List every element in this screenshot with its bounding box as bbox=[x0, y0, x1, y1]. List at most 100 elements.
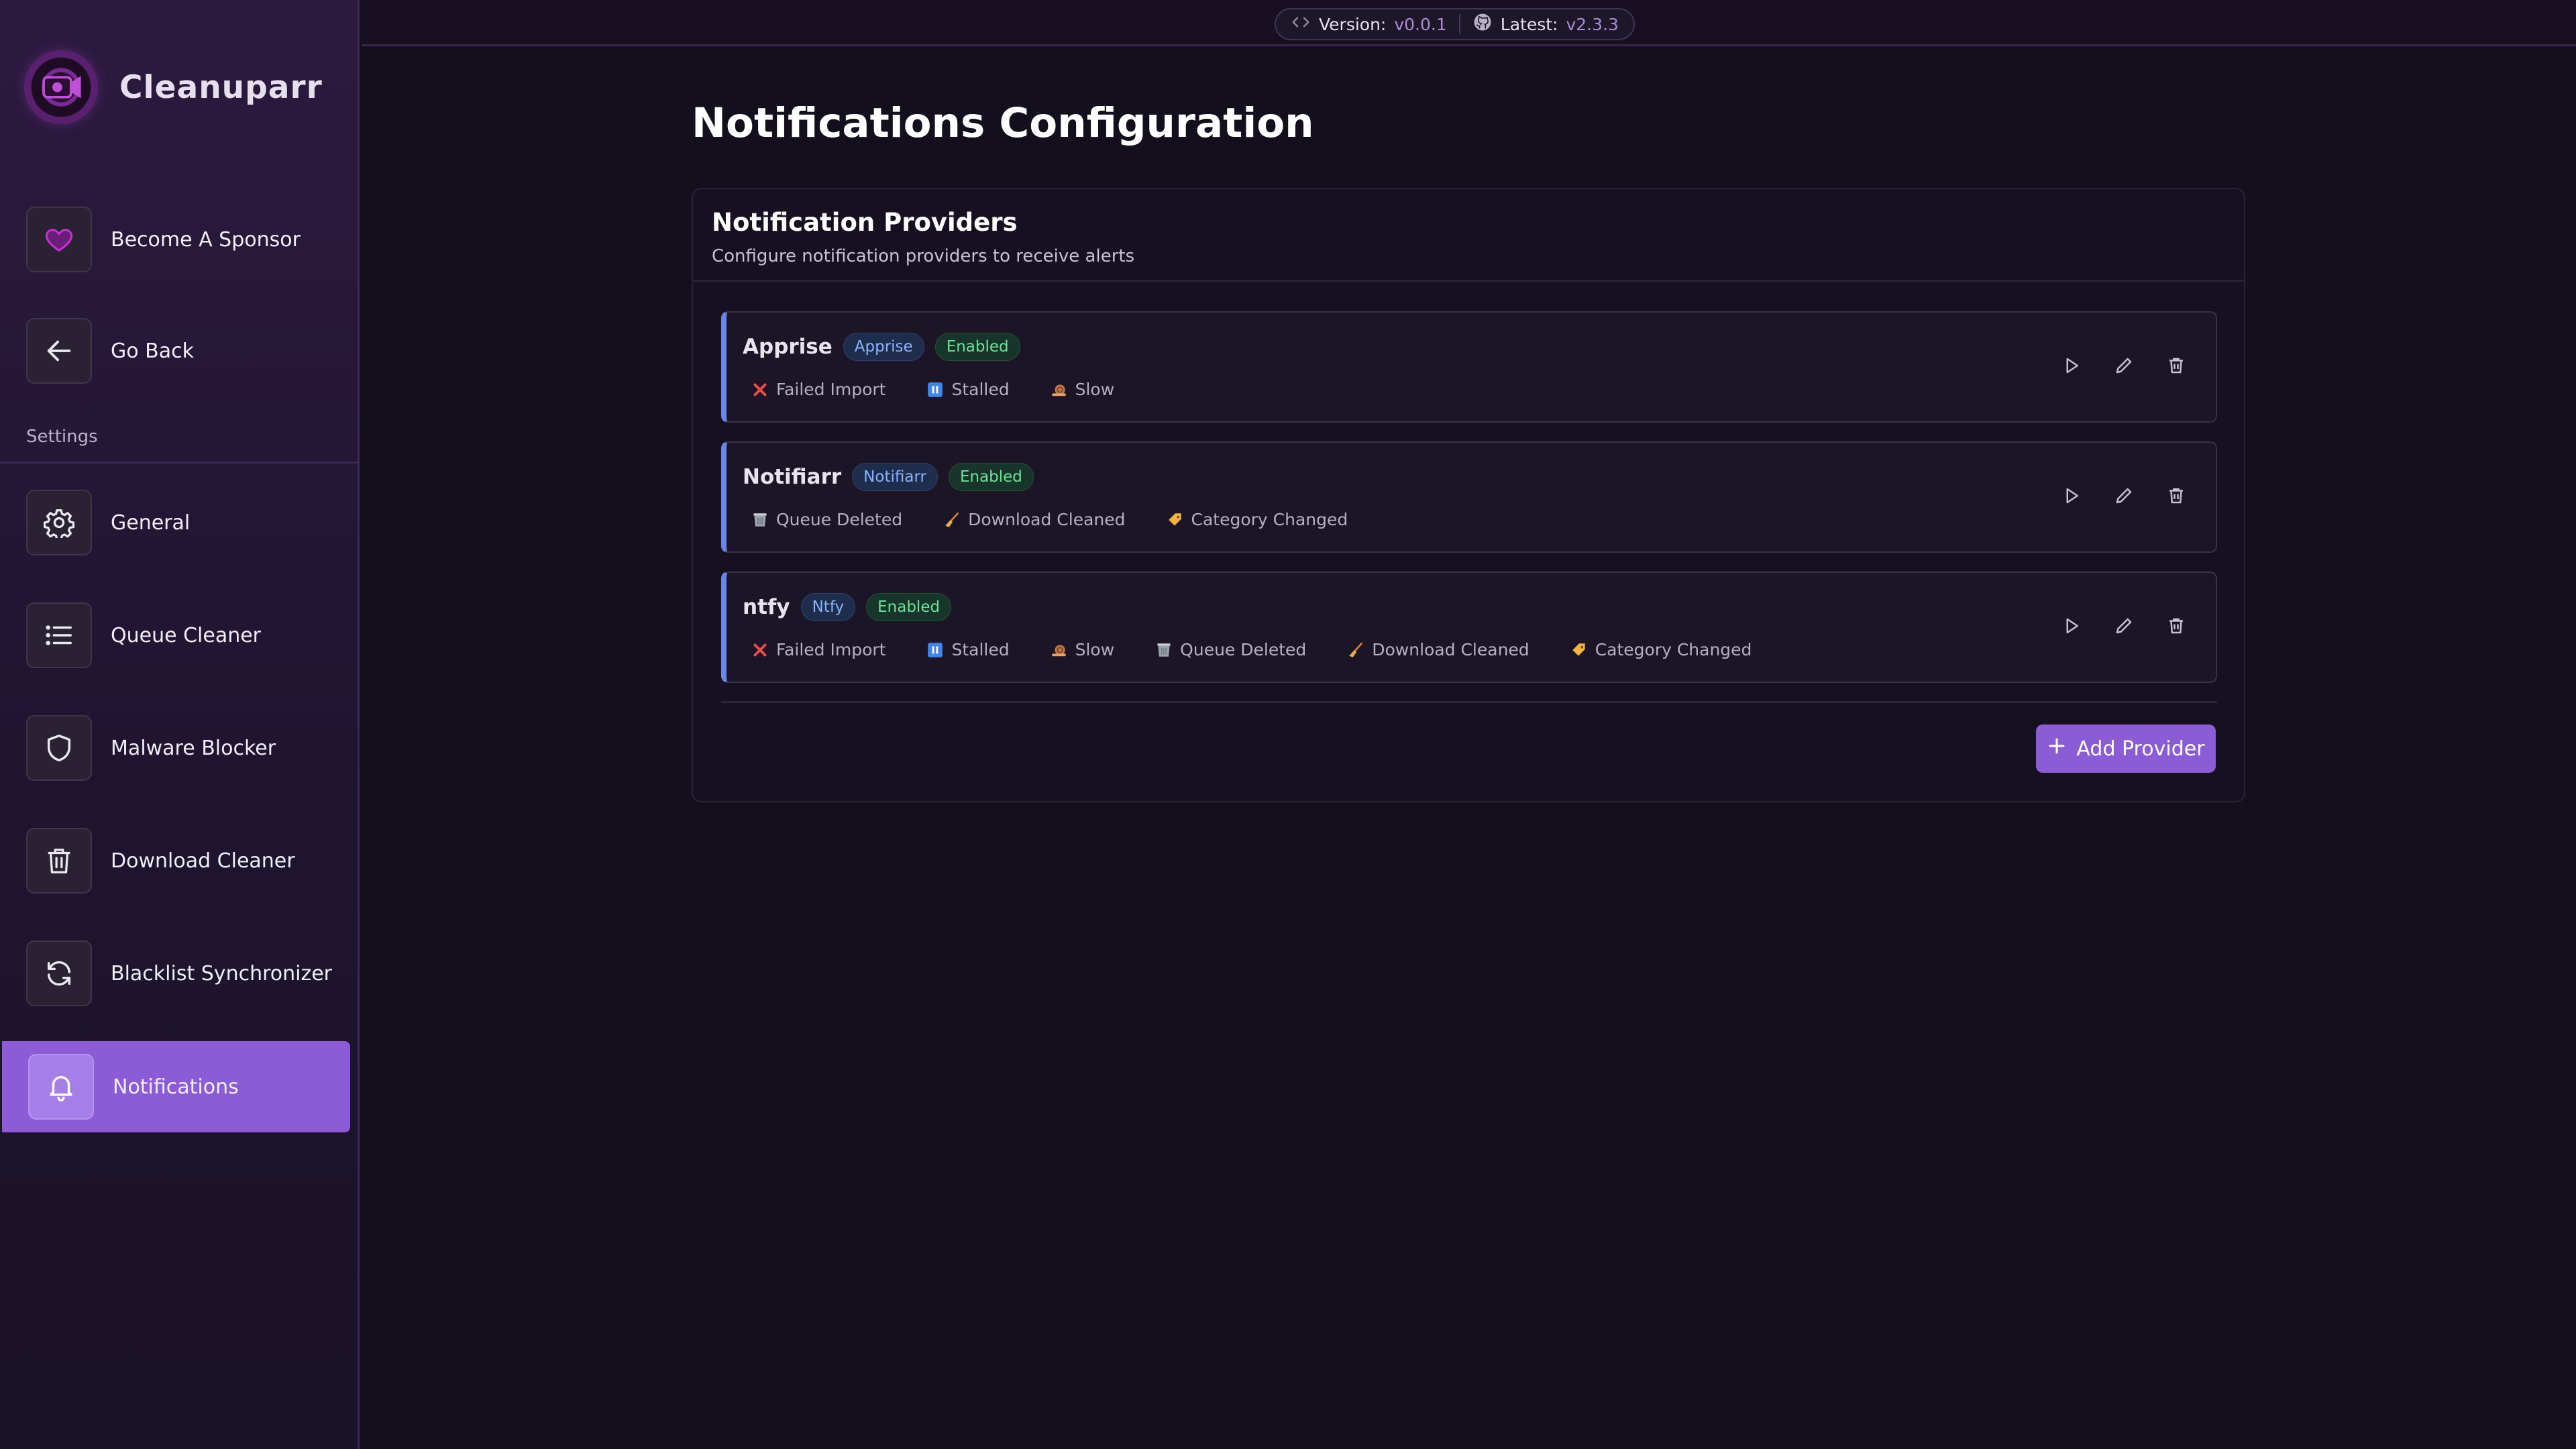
provider-card-apprise[interactable]: Apprise Apprise Enabled Failed Import St… bbox=[721, 311, 2217, 423]
provider-name: Apprise bbox=[743, 335, 833, 359]
bell-icon bbox=[28, 1054, 94, 1120]
event-label: Download Cleaned bbox=[1372, 640, 1529, 659]
event-label: Stalled bbox=[951, 640, 1010, 659]
add-provider-button[interactable]: Add Provider bbox=[2036, 724, 2216, 773]
event-tag: Queue Deleted bbox=[751, 510, 902, 529]
test-play-icon[interactable] bbox=[2060, 609, 2083, 643]
snail-icon bbox=[1050, 641, 1069, 659]
wastebasket-icon bbox=[751, 511, 769, 529]
status-badge: Enabled bbox=[948, 463, 1034, 491]
code-icon bbox=[1291, 12, 1311, 36]
event-label: Stalled bbox=[951, 380, 1010, 399]
sidebar-item-label: Download Cleaner bbox=[111, 849, 295, 873]
version-label: Version: bbox=[1319, 14, 1387, 34]
provider-actions bbox=[2060, 609, 2188, 643]
sidebar-item-sponsor[interactable]: Become A Sponsor bbox=[0, 194, 350, 285]
plus-icon bbox=[2047, 736, 2067, 761]
sidebar-item-download-cleaner[interactable]: Download Cleaner bbox=[0, 815, 350, 906]
delete-trash-icon[interactable] bbox=[2165, 479, 2188, 513]
shield-icon bbox=[26, 715, 92, 781]
event-tag: Queue Deleted bbox=[1155, 640, 1306, 659]
test-play-icon[interactable] bbox=[2060, 349, 2083, 382]
label-tag-icon bbox=[1166, 511, 1185, 529]
event-label: Download Cleaned bbox=[968, 510, 1126, 529]
delete-trash-icon[interactable] bbox=[2165, 609, 2188, 643]
github-icon bbox=[1472, 12, 1493, 36]
pause-icon bbox=[926, 641, 945, 659]
refresh-icon bbox=[26, 941, 92, 1006]
edit-pencil-icon[interactable] bbox=[2112, 479, 2135, 513]
sidebar-item-notifications[interactable]: Notifications bbox=[2, 1041, 350, 1132]
sidebar-item-blacklist-synchronizer[interactable]: Blacklist Synchronizer bbox=[0, 928, 350, 1019]
sidebar-item-label: Blacklist Synchronizer bbox=[111, 961, 332, 985]
pause-icon bbox=[926, 380, 945, 399]
arrow-left-icon bbox=[26, 318, 92, 384]
sidebar-item-label: General bbox=[111, 511, 191, 535]
event-list: Failed Import Stalled Slow Queue Deleted… bbox=[751, 640, 1792, 659]
event-tag: Download Cleaned bbox=[943, 510, 1126, 529]
version-pill[interactable]: Version: v0.0.1 Latest: v2.3.3 bbox=[1275, 8, 1635, 40]
sidebar-item-label: Go Back bbox=[111, 339, 194, 363]
panel-subtitle: Configure notification providers to rece… bbox=[712, 246, 1135, 266]
broom-icon bbox=[1346, 641, 1365, 659]
sidebar-item-go-back[interactable]: Go Back bbox=[0, 305, 350, 396]
current-version: Version: v0.0.1 bbox=[1291, 12, 1447, 36]
event-tag: Slow bbox=[1050, 640, 1115, 659]
page-title: Notifications Configuration bbox=[692, 99, 1314, 147]
provider-name: Notifiarr bbox=[743, 465, 842, 489]
edit-pencil-icon[interactable] bbox=[2112, 609, 2135, 643]
brand[interactable]: Cleanuparr bbox=[24, 47, 323, 127]
sidebar: Cleanuparr Become A Sponsor Go Back Sett… bbox=[0, 0, 360, 1449]
provider-type-badge: Ntfy bbox=[800, 593, 856, 621]
provider-actions bbox=[2060, 479, 2188, 513]
broom-icon bbox=[943, 511, 961, 529]
status-badge: Enabled bbox=[866, 593, 952, 621]
app-name: Cleanuparr bbox=[119, 68, 323, 106]
version-value: v0.0.1 bbox=[1394, 14, 1447, 34]
event-label: Slow bbox=[1075, 640, 1115, 659]
event-label: Category Changed bbox=[1595, 640, 1752, 659]
event-label: Failed Import bbox=[776, 640, 886, 659]
sidebar-divider bbox=[0, 462, 358, 464]
trash-icon bbox=[26, 828, 92, 894]
event-tag: Stalled bbox=[926, 640, 1010, 659]
test-play-icon[interactable] bbox=[2060, 479, 2083, 513]
add-provider-label: Add Provider bbox=[2076, 737, 2205, 761]
provider-type-badge: Notifiarr bbox=[852, 463, 938, 491]
settings-section-label: Settings bbox=[26, 427, 98, 447]
latest-label: Latest: bbox=[1500, 14, 1558, 34]
notification-providers-panel: Notification Providers Configure notific… bbox=[692, 188, 2245, 802]
sidebar-item-label: Become A Sponsor bbox=[111, 227, 301, 252]
cross-icon bbox=[751, 380, 769, 399]
top-bar: Version: v0.0.1 Latest: v2.3.3 bbox=[362, 0, 2576, 46]
delete-trash-icon[interactable] bbox=[2165, 349, 2188, 382]
sidebar-item-label: Notifications bbox=[113, 1075, 239, 1099]
provider-card-notifiarr[interactable]: Notifiarr Notifiarr Enabled Queue Delete… bbox=[721, 441, 2217, 553]
event-tag: Failed Import bbox=[751, 640, 885, 659]
list-icon bbox=[26, 602, 92, 668]
edit-pencil-icon[interactable] bbox=[2112, 349, 2135, 382]
label-tag-icon bbox=[1570, 641, 1589, 659]
event-list: Queue Deleted Download Cleaned Category … bbox=[751, 510, 1388, 529]
event-tag: Failed Import bbox=[751, 380, 885, 399]
event-label: Queue Deleted bbox=[776, 510, 903, 529]
status-badge: Enabled bbox=[934, 333, 1020, 361]
event-tag: Stalled bbox=[926, 380, 1010, 399]
cross-icon bbox=[751, 641, 769, 659]
sidebar-item-general[interactable]: General bbox=[0, 477, 350, 568]
provider-card-ntfy[interactable]: ntfy Ntfy Enabled Failed Import Stalled … bbox=[721, 572, 2217, 683]
snail-icon bbox=[1050, 380, 1069, 399]
latest-version[interactable]: Latest: v2.3.3 bbox=[1472, 12, 1619, 36]
gear-icon bbox=[26, 490, 92, 555]
wastebasket-icon bbox=[1155, 641, 1173, 659]
event-label: Slow bbox=[1075, 380, 1115, 399]
event-label: Queue Deleted bbox=[1180, 640, 1307, 659]
sidebar-item-label: Malware Blocker bbox=[111, 736, 276, 760]
pill-divider bbox=[1458, 14, 1460, 34]
heart-icon bbox=[26, 207, 92, 272]
event-label: Failed Import bbox=[776, 380, 886, 399]
sidebar-item-malware-blocker[interactable]: Malware Blocker bbox=[0, 702, 350, 794]
latest-value: v2.3.3 bbox=[1566, 14, 1619, 34]
sidebar-item-queue-cleaner[interactable]: Queue Cleaner bbox=[0, 590, 350, 681]
provider-actions bbox=[2060, 349, 2188, 382]
